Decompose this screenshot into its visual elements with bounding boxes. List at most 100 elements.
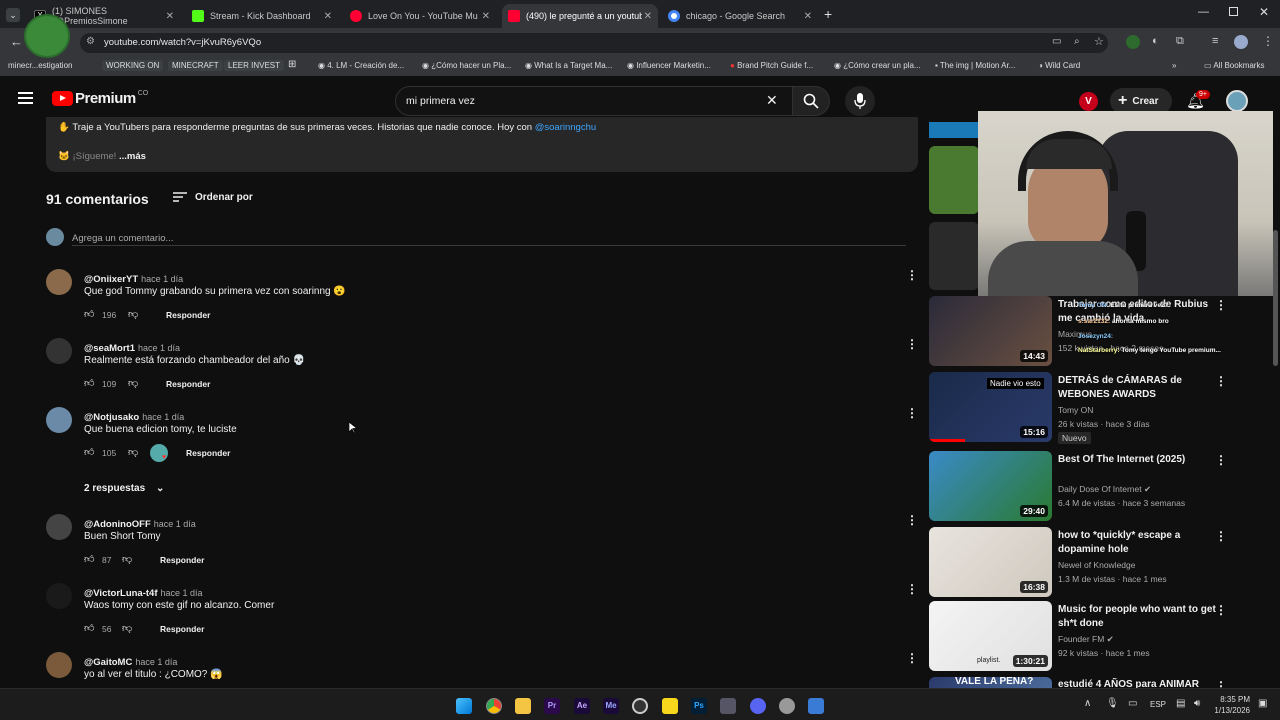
site-info-icon[interactable]: ⚙ xyxy=(86,36,95,47)
video-menu-icon[interactable]: ⋮ xyxy=(1215,529,1227,543)
comment-menu-icon[interactable]: ⋮ xyxy=(906,406,918,420)
close-icon[interactable]: ✕ xyxy=(804,11,812,22)
cast-icon[interactable]: ▭ xyxy=(1052,36,1061,47)
dislike-icon[interactable]: 👎︎ xyxy=(128,446,138,458)
bookmark[interactable]: minecr...estigation xyxy=(8,61,72,70)
tab-5[interactable]: chicago - Google Search ✕ xyxy=(662,4,818,28)
related-video[interactable]: 16:38 how to *quickly* escape a dopamine … xyxy=(929,527,1269,597)
media-encoder-icon[interactable]: Me xyxy=(603,698,619,714)
after-effects-icon[interactable]: Ae xyxy=(574,698,590,714)
file-explorer-icon[interactable] xyxy=(515,698,531,714)
video-title[interactable]: how to *quickly* escape a dopamine hole xyxy=(1058,529,1223,557)
omnibox[interactable]: ⚙ youtube.com/watch?v=jKvuR6y6VQo ▭ ⌕ ☆ xyxy=(80,33,1108,53)
comment-time[interactable]: hace 1 día xyxy=(141,274,183,284)
comment-time[interactable]: hace 1 día xyxy=(154,519,196,529)
video-thumbnail[interactable]: 29:40 xyxy=(929,451,1052,521)
related-video[interactable]: 29:40 Best Of The Internet (2025) Daily Do… xyxy=(929,451,1269,521)
related-video[interactable]: VALE LA PENA? estudié 4 AÑOS para ANIMAR ⋮ xyxy=(929,677,1269,693)
close-icon[interactable]: ✕ xyxy=(324,11,332,22)
search-input[interactable]: mi primera vez ✕ xyxy=(395,86,793,116)
photoshop-icon[interactable]: Ps xyxy=(691,698,707,714)
reply-button[interactable]: Responder xyxy=(160,624,204,634)
close-icon[interactable]: ✕ xyxy=(166,11,174,22)
reply-button[interactable]: Responder xyxy=(166,310,210,320)
comment-menu-icon[interactable]: ⋮ xyxy=(906,337,918,351)
volume-icon[interactable]: 🔊︎ xyxy=(1194,698,1200,709)
video-title[interactable]: Music for people who want to get sh*t do… xyxy=(1058,603,1223,631)
comment-author[interactable]: @OniixerYT xyxy=(84,274,138,285)
comment-menu-icon[interactable]: ⋮ xyxy=(906,651,918,665)
network-icon[interactable]: ▤ xyxy=(1176,698,1185,709)
language-indicator[interactable]: ESP xyxy=(1150,700,1166,709)
commenter-avatar[interactable] xyxy=(46,514,72,540)
bookmark[interactable]: ◉ 4. LM - Creación de... xyxy=(318,61,404,70)
tab-4-active[interactable]: (490) le pregunté a un youtube ✕ xyxy=(502,4,658,28)
dislike-icon[interactable]: 👎︎ xyxy=(128,377,138,389)
comment-time[interactable]: hace 1 día xyxy=(160,588,202,598)
comment-author[interactable]: @seaMort1 xyxy=(84,343,135,354)
tab-3[interactable]: Love On You - YouTube Mu ✕ xyxy=(344,4,496,28)
related-video[interactable]: playlist. 1:30:21 Music for people who wan… xyxy=(929,601,1269,671)
close-window-button[interactable]: ✕ xyxy=(1259,5,1269,19)
video-title[interactable]: Best Of The Internet (2025) xyxy=(1058,453,1223,467)
video-menu-icon[interactable]: ⋮ xyxy=(1215,453,1227,467)
clear-search-icon[interactable]: ✕ xyxy=(766,92,778,109)
page-scrollbar[interactable] xyxy=(1273,230,1278,366)
description-box[interactable]: ✋ Traje a YouTubers para responderme pre… xyxy=(46,117,918,172)
new-tab-button[interactable]: + xyxy=(824,6,832,22)
bookmark[interactable]: ◉ What Is a Target Ma... xyxy=(525,61,612,70)
commenter-avatar[interactable] xyxy=(46,269,72,295)
video-menu-icon[interactable]: ⋮ xyxy=(1215,603,1227,617)
settings-icon[interactable] xyxy=(779,698,795,714)
notification-center-icon[interactable]: ▣ xyxy=(1258,698,1267,709)
dislike-icon[interactable]: 👎︎ xyxy=(122,553,132,565)
reply-button[interactable]: Responder xyxy=(166,379,210,389)
apps-grid-icon[interactable]: ⊞ xyxy=(288,59,296,70)
mention-link[interactable]: @soarinngchu xyxy=(535,122,596,133)
comment-time[interactable]: hace 1 día xyxy=(138,343,180,353)
video-menu-icon[interactable]: ⋮ xyxy=(1215,374,1227,388)
obs-icon[interactable] xyxy=(632,698,648,714)
app-icon[interactable] xyxy=(808,698,824,714)
related-video[interactable]: Nadie vio esto 15:16 DETRÁS de CÁMARAS de … xyxy=(929,372,1269,444)
bookmark[interactable]: ◑ Wild Card xyxy=(1038,61,1080,70)
sort-button[interactable]: Ordenar por xyxy=(173,191,253,203)
voice-search-button[interactable] xyxy=(845,86,875,116)
channel-name[interactable]: Newel of Knowledge xyxy=(1058,560,1136,570)
like-icon[interactable]: 👍︎ xyxy=(84,622,94,634)
youtube-logo[interactable]: Premium CO xyxy=(52,90,148,107)
comment-time[interactable]: hace 1 día xyxy=(135,657,177,667)
dislike-icon[interactable]: 👎︎ xyxy=(128,308,138,320)
discord-icon[interactable] xyxy=(750,698,766,714)
add-comment-input[interactable]: Agrega un comentario... xyxy=(72,228,906,246)
comment-author[interactable]: @AdoninoOFF xyxy=(84,519,151,530)
bookmark[interactable]: ● Brand Pitch Guide f... xyxy=(730,61,813,70)
premiere-icon[interactable]: Pr xyxy=(544,698,560,714)
windows-start-icon[interactable] xyxy=(456,698,472,714)
menu-icon[interactable]: ⋮ xyxy=(1262,34,1274,48)
app-icon[interactable] xyxy=(720,698,736,714)
commenter-avatar[interactable] xyxy=(46,652,72,678)
channel-name[interactable]: Tomy ON xyxy=(1058,405,1093,415)
close-icon[interactable]: ✕ xyxy=(644,11,652,22)
bookmark-folder[interactable]: MINECRAFT xyxy=(168,60,223,71)
hamburger-menu-icon[interactable] xyxy=(18,92,33,104)
comment-author[interactable]: @Notjusako xyxy=(84,412,139,423)
commenter-avatar[interactable] xyxy=(46,338,72,364)
tray-icon[interactable]: 🎙︎ xyxy=(1106,698,1119,709)
like-icon[interactable]: 👍︎ xyxy=(84,308,94,320)
close-icon[interactable]: ✕ xyxy=(482,11,490,22)
tray-chevron-icon[interactable]: ∧ xyxy=(1084,698,1091,709)
commenter-avatar[interactable] xyxy=(46,407,72,433)
bookmark[interactable]: ◉ ¿Cómo crear un pla... xyxy=(834,61,921,70)
all-bookmarks[interactable]: ▭ All Bookmarks xyxy=(1204,61,1264,70)
sticky-notes-icon[interactable] xyxy=(662,698,678,714)
account-avatar[interactable] xyxy=(1226,90,1248,112)
more-bookmarks-icon[interactable]: » xyxy=(1172,61,1176,70)
channel-badge-icon[interactable]: V xyxy=(1079,92,1098,111)
video-thumbnail[interactable]: 14:43 xyxy=(929,296,1052,366)
dislike-icon[interactable]: 👎︎ xyxy=(122,622,132,634)
channel-name[interactable]: Daily Dose Of Internet ✔ xyxy=(1058,484,1151,495)
comment-author[interactable]: @GaitoMC xyxy=(84,657,132,668)
reading-list-icon[interactable]: ≡ xyxy=(1212,35,1218,47)
